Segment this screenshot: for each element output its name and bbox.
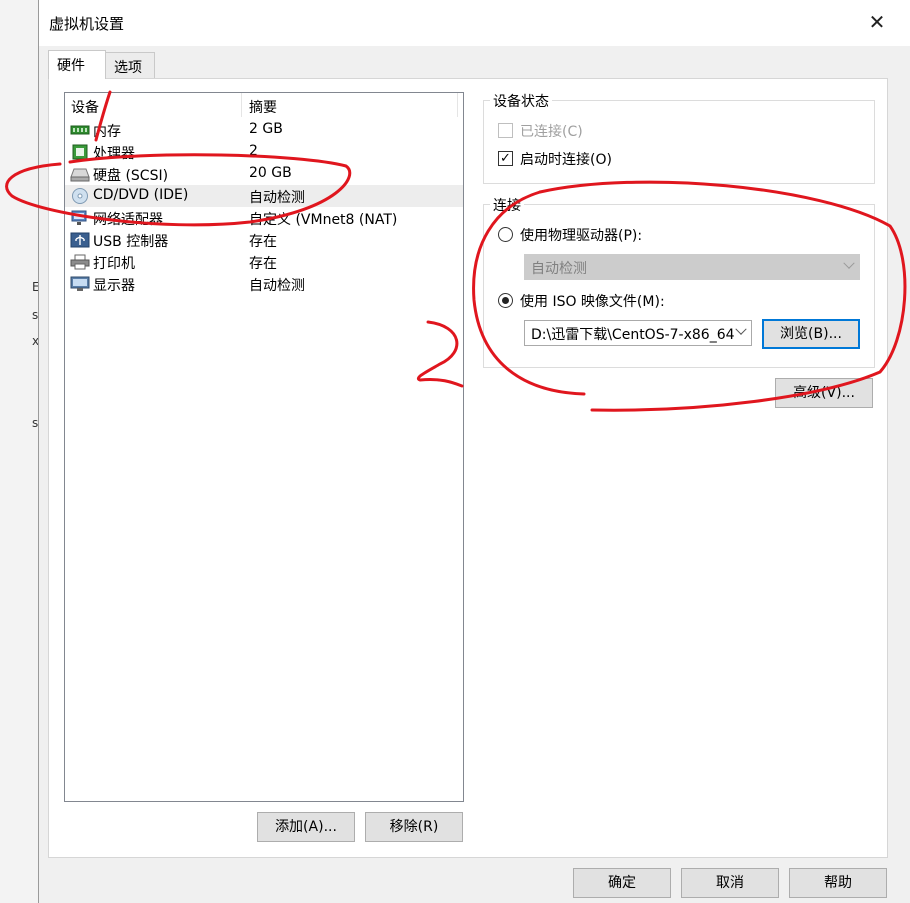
column-separator xyxy=(241,93,242,117)
device-summary: 存在 xyxy=(249,234,277,250)
device-summary: 存在 xyxy=(249,256,277,272)
iso-file-radio[interactable] xyxy=(498,293,513,308)
device-row-monitor[interactable]: 显示器 自动检测 xyxy=(65,273,463,295)
printer-icon xyxy=(70,254,90,270)
connect-at-power-on-label: 启动时连接(O) xyxy=(520,152,612,168)
iso-file-label: 使用 ISO 映像文件(M): xyxy=(520,294,665,310)
advanced-button-label: 高级(V)... xyxy=(793,385,855,401)
device-status-title: 设备状态 xyxy=(490,91,552,111)
device-name: 显示器 xyxy=(93,278,135,294)
network-adapter-icon xyxy=(71,210,87,225)
device-name: 打印机 xyxy=(93,256,135,272)
device-summary: 自动检测 xyxy=(249,278,305,294)
device-name: 网络适配器 xyxy=(93,212,163,228)
device-row-usb[interactable]: USB 控制器 存在 xyxy=(65,229,463,251)
physical-drive-value: 自动检测 xyxy=(531,261,587,277)
column-separator xyxy=(457,93,458,117)
tab-options[interactable]: 选项 xyxy=(105,52,155,78)
device-summary: 自动检测 xyxy=(249,190,305,206)
cancel-button-label: 取消 xyxy=(716,875,744,891)
remove-device-button[interactable]: 移除(R) xyxy=(365,812,463,842)
hardware-tab-panel: 设备 摘要 内存 2 GB 处理器 2 硬盘 (SCSI) 20 GB CD/D… xyxy=(48,78,888,858)
add-device-button-label: 添加(A)... xyxy=(275,819,337,835)
help-button[interactable]: 帮助 xyxy=(789,868,887,898)
device-list-header: 设备 摘要 xyxy=(65,93,463,117)
title-bar: 虚拟机设置 ✕ xyxy=(39,0,910,46)
tab-hardware-label: 硬件 xyxy=(57,58,85,74)
chevron-down-icon xyxy=(843,257,855,269)
usb-icon xyxy=(70,232,90,248)
memory-icon xyxy=(70,125,90,135)
device-row-network-adapter[interactable]: 网络适配器 自定义 (VMnet8 (NAT) xyxy=(65,207,463,229)
advanced-button[interactable]: 高级(V)... xyxy=(775,378,873,408)
device-summary: 2 GB xyxy=(249,121,283,137)
ok-button[interactable]: 确定 xyxy=(573,868,671,898)
help-button-label: 帮助 xyxy=(824,875,852,891)
device-row-cd-dvd[interactable]: CD/DVD (IDE) 自动检测 xyxy=(65,185,463,207)
hard-disk-icon xyxy=(70,168,90,182)
connected-label: 已连接(C) xyxy=(520,124,583,140)
connection-group: 连接 使用物理驱动器(P): 自动检测 使用 ISO 映像文件(M): D:\迅… xyxy=(483,195,875,368)
device-name: 内存 xyxy=(93,124,121,140)
chevron-down-icon xyxy=(735,323,747,335)
tab-hardware[interactable]: 硬件 xyxy=(48,50,106,79)
cancel-button[interactable]: 取消 xyxy=(681,868,779,898)
background-window-strip xyxy=(0,0,38,903)
device-name: 处理器 xyxy=(93,146,135,162)
device-list[interactable]: 设备 摘要 内存 2 GB 处理器 2 硬盘 (SCSI) 20 GB CD/D… xyxy=(64,92,464,802)
column-header-summary[interactable]: 摘要 xyxy=(249,97,277,117)
vm-settings-dialog: 虚拟机设置 ✕ 硬件 选项 设备 摘要 内存 2 GB 处理器 2 硬盘 (SC… xyxy=(38,0,910,903)
monitor-icon xyxy=(70,276,90,291)
ok-button-label: 确定 xyxy=(608,875,636,891)
physical-drive-label: 使用物理驱动器(P): xyxy=(520,228,643,244)
device-name: 硬盘 (SCSI) xyxy=(93,168,169,184)
connection-title: 连接 xyxy=(490,195,524,215)
iso-path-value: D:\迅雷下载\CentOS-7-x86_64 xyxy=(531,327,735,343)
device-row-printer[interactable]: 打印机 存在 xyxy=(65,251,463,273)
device-row-processor[interactable]: 处理器 2 xyxy=(65,141,463,163)
device-row-memory[interactable]: 内存 2 GB xyxy=(65,119,463,141)
device-summary: 20 GB xyxy=(249,165,292,181)
tab-options-label: 选项 xyxy=(114,60,142,76)
device-status-group: 设备状态 已连接(C) ✓ 启动时连接(O) xyxy=(483,91,875,184)
iso-path-combobox[interactable]: D:\迅雷下载\CentOS-7-x86_64 xyxy=(524,320,752,346)
device-name: CD/DVD (IDE) xyxy=(93,187,189,203)
device-row-hard-disk[interactable]: 硬盘 (SCSI) 20 GB xyxy=(65,163,463,185)
connect-at-power-on-checkbox[interactable]: ✓ xyxy=(498,151,513,166)
column-header-device[interactable]: 设备 xyxy=(71,97,99,117)
browse-button-label: 浏览(B)... xyxy=(780,326,842,342)
physical-drive-select[interactable]: 自动检测 xyxy=(524,254,860,280)
connected-checkbox[interactable] xyxy=(498,123,513,138)
device-name: USB 控制器 xyxy=(93,234,169,250)
dialog-title: 虚拟机设置 xyxy=(49,15,125,33)
close-icon[interactable]: ✕ xyxy=(865,10,889,34)
processor-icon xyxy=(72,144,88,160)
remove-device-button-label: 移除(R) xyxy=(389,819,439,835)
add-device-button[interactable]: 添加(A)... xyxy=(257,812,355,842)
cd-dvd-icon xyxy=(72,188,88,204)
device-summary: 2 xyxy=(249,143,258,159)
device-summary: 自定义 (VMnet8 (NAT) xyxy=(249,212,398,228)
physical-drive-radio[interactable] xyxy=(498,227,513,242)
browse-button[interactable]: 浏览(B)... xyxy=(762,319,860,349)
